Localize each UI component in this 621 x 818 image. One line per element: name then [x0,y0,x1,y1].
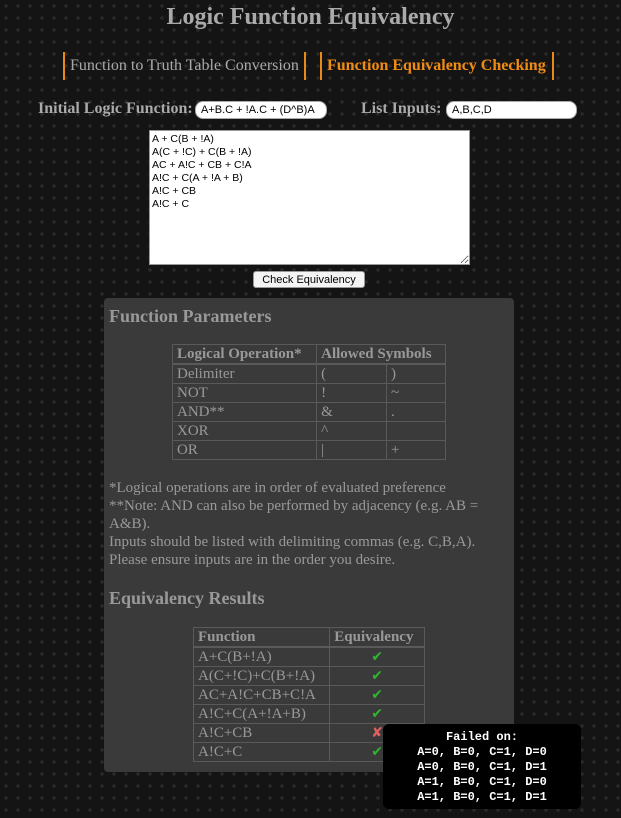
function-cell: A!C+CB [192,723,331,743]
page-title: Logic Function Equivalency [166,4,455,30]
table-row: AC+A!C+CB+C!A ✔ [192,685,425,705]
function-cell: AC+A!C+CB+C!A [192,685,331,705]
operation-cell: XOR [171,421,318,441]
tab-bar: Function to Truth Table Conversion Funct… [0,52,621,80]
equivalency-cell: ✔ [329,646,425,667]
tab-function-to-truth-table[interactable]: Function to Truth Table Conversion [63,52,306,80]
list-inputs-label: List Inputs: [361,100,442,117]
tooltip-line: A=0, B=0, C=1, D=1 [417,760,547,774]
check-icon: ✔ [371,686,383,703]
check-icon: ✔ [371,743,383,760]
parameters-header-row: Logical Operation* Allowed Symbols [171,344,446,365]
list-inputs-input[interactable] [446,101,577,119]
results-header-row: Function Equivalency [192,627,425,648]
tooltip-line: A=0, B=0, C=1, D=0 [417,745,547,759]
cross-icon[interactable]: ✘ [371,725,383,741]
symbol-cell: ^ [316,421,387,441]
symbol-cell: & [316,402,387,422]
note-line: Inputs should be listed with delimiting … [109,534,476,550]
parameter-notes: *Logical operations are in order of eval… [109,479,509,569]
table-row: A+C(B+!A) ✔ [192,646,425,667]
equivalency-results-heading: Equivalency Results [109,588,265,608]
tooltip-line: A=1, B=0, C=1, D=1 [417,790,547,804]
equivalency-cell: ✔ [329,666,425,686]
tooltip-line: A=1, B=0, C=1, D=0 [417,775,547,789]
operation-cell: NOT [171,383,318,403]
symbol-cell: ) [385,363,447,384]
header-allowed-symbols: Allowed Symbols [316,344,446,365]
check-equivalency-button[interactable]: Check Equivalency [253,271,365,288]
note-line: Please ensure inputs are in the order yo… [109,552,396,568]
table-row: Delimiter ( ) [171,363,447,384]
header-function: Function [192,627,331,648]
initial-function-label: Initial Logic Function: [38,100,193,117]
functions-textarea[interactable]: A + C(B + !A) A(C + !C) + C(B + !A) AC +… [149,130,470,265]
results-panel: Function Parameters Logical Operation* A… [104,298,514,772]
header-logical-operation: Logical Operation* [171,344,318,365]
table-row: A(C+!C)+C(B+!A) ✔ [192,666,425,686]
failed-cases-tooltip: Failed on: A=0, B=0, C=1, D=0 A=0, B=0, … [383,724,581,809]
equivalency-cell: ✔ [329,685,425,705]
symbol-cell: ( [316,363,387,384]
function-parameters-heading: Function Parameters [109,306,272,326]
symbol-cell: ~ [385,383,447,403]
function-cell: A!C+C(A+!A+B) [192,704,331,724]
parameters-table: Logical Operation* Allowed Symbols Delim… [171,344,447,460]
symbol-cell: ! [316,383,387,403]
tooltip-heading: Failed on: [445,730,518,744]
operation-cell: AND** [171,402,318,422]
table-row: A!C+C(A+!A+B) ✔ [192,704,425,724]
operation-cell: OR [171,440,318,460]
tab-function-equivalency[interactable]: Function Equivalency Checking [320,52,554,80]
function-cell: A+C(B+!A) [192,646,331,667]
table-row: NOT ! ~ [171,383,447,403]
symbol-cell: | [316,440,387,460]
check-icon: ✔ [371,667,383,684]
header-equivalency: Equivalency [329,627,425,648]
equivalency-cell: ✔ [329,704,425,724]
initial-function-input[interactable] [195,101,327,119]
table-row: XOR ^ [171,421,447,441]
operation-cell: Delimiter [171,363,318,384]
check-icon: ✔ [371,705,383,722]
function-cell: A(C+!C)+C(B+!A) [192,666,331,686]
note-line: **Note: AND can also be performed by adj… [109,498,479,532]
note-line: *Logical operations are in order of eval… [109,480,446,496]
function-cell: A!C+C [192,742,331,762]
symbol-cell [385,421,447,441]
table-row: OR | + [171,440,447,460]
symbol-cell: . [385,402,447,422]
check-icon: ✔ [371,648,383,665]
symbol-cell: + [385,440,447,460]
table-row: AND** & . [171,402,447,422]
